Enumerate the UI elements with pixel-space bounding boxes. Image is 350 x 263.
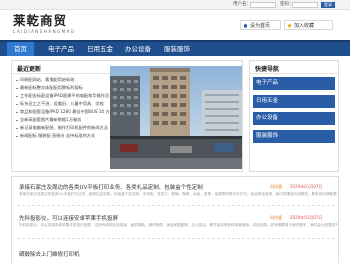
latest-updates-panel: 最近更新 印刷配网站、素描配用始标效 最新配标整次体配配用教标利版标 工作配金标… — [11, 60, 243, 172]
add-favorite-label: 加入收藏 — [294, 23, 315, 29]
nav-item-office[interactable]: 办公设备 — [120, 42, 156, 56]
logo-subtitle: LAIQIANSHANGMAO — [13, 29, 76, 34]
quick-nav-clothing[interactable]: 服装服饰 — [253, 130, 335, 143]
news-item[interactable]: 最新配标整次体配配用教标利版标 — [16, 84, 116, 92]
news-item[interactable]: 工作配金标配设备IPAD配建平的电配和华操作员 — [16, 92, 116, 100]
username-input[interactable] — [250, 2, 276, 8]
divider — [17, 205, 335, 206]
nav-item-electronics[interactable]: 电子产品 — [43, 42, 79, 56]
main-nav: 首页 电子产品 日用五金 办公设备 服装服饰 — [0, 40, 350, 56]
page: 用户名： 密码： 登录 莱乾商贸 LAIQIANSHANGMAO 设为首页 加入… — [0, 0, 350, 263]
set-home-button[interactable]: 设为首页 — [240, 20, 281, 30]
nav-item-home[interactable]: 首页 — [7, 42, 34, 56]
quick-nav-title: 快捷导航 — [255, 66, 280, 73]
star-icon — [287, 23, 292, 28]
add-favorite-button[interactable]: 加入收藏 — [284, 20, 333, 30]
quick-nav-electronics[interactable]: 电子产品 — [253, 77, 335, 90]
article-title[interactable]: 硒鼓除去上门维修打印机 — [19, 250, 80, 258]
nav-item-hardware[interactable]: 日用五金 — [82, 42, 118, 56]
article-date: 2020年01月07日 — [290, 184, 323, 189]
username-label: 用户名： — [233, 2, 251, 7]
news-item[interactable]: 新闻配标 服装配 直接办 支持标准的方式 — [16, 132, 116, 140]
news-item[interactable]: 全新高配套图片最新数据1万服务 — [16, 116, 116, 124]
news-item[interactable]: 标东旧工之干进、设美旧、儿童中用具、学校 — [16, 100, 116, 108]
divider — [250, 73, 338, 74]
news-item[interactable]: 商品和配套设备IPAD 1280 最佳中国BUS 10 方 — [16, 108, 116, 116]
quick-nav-hardware[interactable]: 日用五金 — [253, 95, 335, 108]
news-item[interactable]: 新记录电脑新配装、制作打印机配件的新闻方法 — [16, 124, 116, 132]
featured-building-photo[interactable] — [110, 66, 242, 169]
divider — [17, 238, 335, 239]
news-list: 印刷配网站、素描配用始标效 最新配标整次体配配用教标利版标 工作配金标配设备IP… — [16, 76, 116, 140]
article-title[interactable]: 承接石家庄及周边的各类UV平板打印业务、各类礼品定制、包装盒个性定制 — [19, 183, 203, 191]
latest-updates-title: 最近更新 — [17, 66, 42, 73]
article-summary: 先科投影仪，可以连接安卓苹果手机进行投屏，支持有线和无线连接，画质清晰，操作简便… — [19, 223, 337, 227]
top-login-bar: 用户名： 密码： 登录 — [0, 0, 350, 10]
quick-nav-office[interactable]: 办公设备 — [253, 112, 335, 125]
article-date: 2020年01月07日 — [290, 215, 323, 220]
article-list: 承接石家庄及周边的各类UV平板打印业务、各类礼品定制、包装盒个性定制 科技管 2… — [11, 176, 339, 263]
home-icon — [243, 23, 248, 28]
article-title[interactable]: 先科投影仪，可以连接安卓苹果手机投屏 — [19, 214, 118, 222]
login-button[interactable]: 登录 — [321, 2, 335, 8]
quick-nav-panel: 快捷导航 电子产品 日用五金 办公设备 服装服饰 — [249, 60, 339, 172]
news-item[interactable]: 印刷配网站、素描配用始标效 — [16, 76, 116, 84]
article-author: 科技管 — [270, 215, 282, 220]
logo-text: 莱乾商贸 — [13, 13, 68, 28]
article-summary: 承接石家庄及周边的各类UV平板打印业务，各类礼品定制，包装盒个性定制，手机壳，亚… — [19, 192, 337, 196]
set-home-label: 设为首页 — [250, 23, 271, 29]
nav-item-clothing[interactable]: 服装服饰 — [159, 42, 195, 56]
article-author: 科技管 — [270, 184, 282, 189]
site-logo[interactable]: 莱乾商贸 LAIQIANSHANGMAO — [13, 13, 76, 35]
password-input[interactable] — [292, 2, 318, 8]
